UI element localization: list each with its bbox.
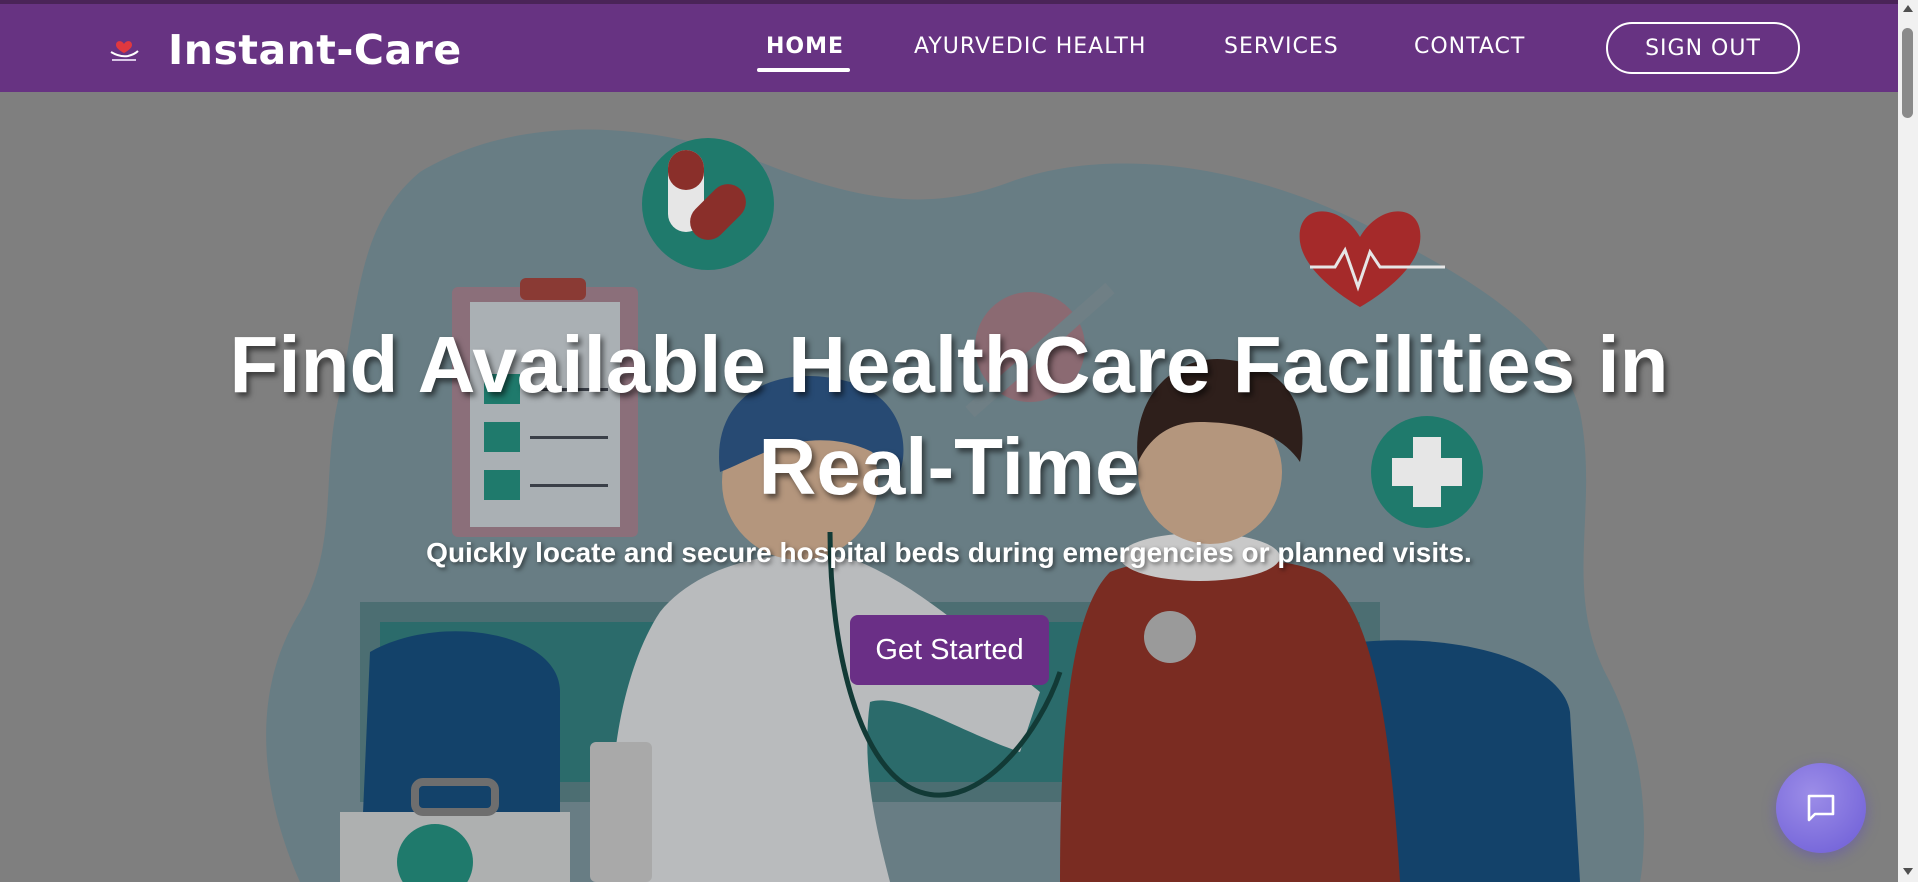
hero-subtitle: Quickly locate and secure hospital beds … <box>426 537 1472 568</box>
hero-title-line-2: Real-Time <box>758 422 1140 511</box>
page: Instant-Care HOME AYURVEDIC HEALTH SERVI… <box>0 0 1918 882</box>
nav-home-link[interactable]: HOME <box>766 34 844 59</box>
hero-section: Find Available HealthCare Facilities in … <box>0 92 1898 882</box>
chat-bubble-icon <box>1807 794 1835 822</box>
hero-title: Find Available HealthCare Facilities in … <box>100 314 1798 518</box>
scrollbar-thumb[interactable] <box>1902 28 1913 118</box>
nav-ayurvedic-health-link[interactable]: AYURVEDIC HEALTH <box>914 34 1146 59</box>
nav-services-link[interactable]: SERVICES <box>1224 34 1339 59</box>
get-started-button[interactable]: Get Started <box>850 615 1049 685</box>
nav-contact-link[interactable]: CONTACT <box>1414 34 1525 59</box>
active-nav-underline <box>757 68 850 72</box>
vertical-scrollbar[interactable] <box>1898 0 1918 882</box>
scroll-up-arrow-icon[interactable] <box>1903 5 1913 12</box>
chat-button[interactable] <box>1776 763 1866 853</box>
navbar: Instant-Care HOME AYURVEDIC HEALTH SERVI… <box>0 4 1898 92</box>
hero-title-line-1: Find Available HealthCare Facilities in <box>229 320 1669 409</box>
scroll-down-arrow-icon[interactable] <box>1903 868 1913 875</box>
sign-out-button[interactable]: SIGN OUT <box>1606 22 1800 74</box>
